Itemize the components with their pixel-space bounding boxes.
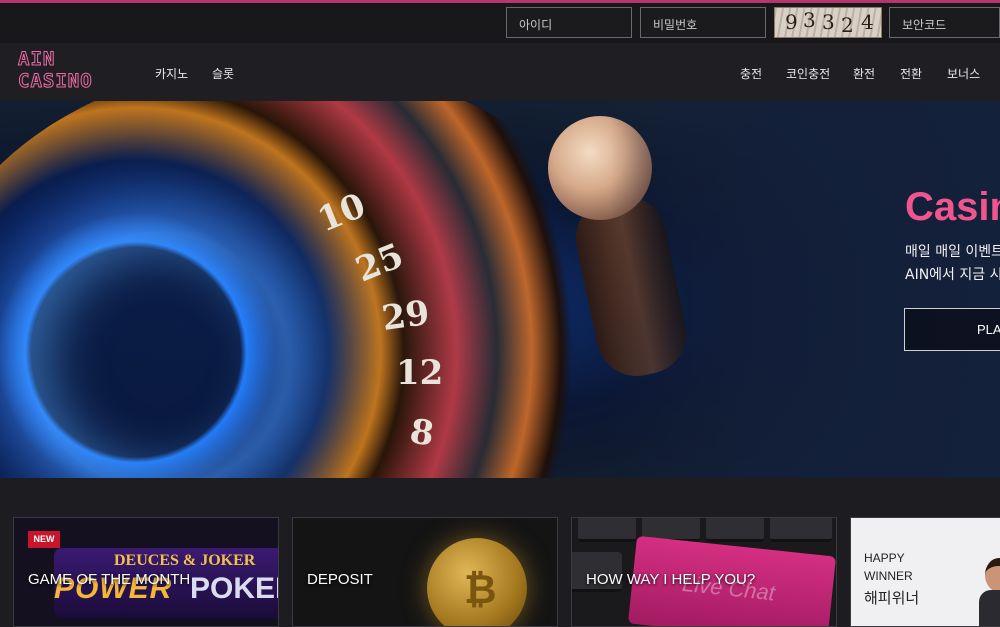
- bitcoin-icon: ₿: [427, 538, 527, 626]
- nav-item-slot[interactable]: 슬롯: [212, 65, 234, 82]
- card-help[interactable]: Live Chat HOW WAY I HELP YOU?: [571, 517, 837, 627]
- captcha-digit: 9: [785, 10, 798, 34]
- login-bar: 아이디 비밀번호 9 3 3 2 4 보안코드: [0, 3, 1000, 43]
- captcha-image: 9 3 3 2 4: [774, 7, 882, 38]
- card-label: GAME OF THE MONTH: [28, 571, 191, 588]
- hero-title: Casino: [905, 185, 1000, 229]
- nav-item-exchange[interactable]: 환전: [853, 65, 875, 82]
- play-button[interactable]: PLAY: [904, 308, 1000, 351]
- nav-item-charge[interactable]: 충전: [740, 65, 762, 82]
- captcha-digit: 3: [822, 10, 835, 34]
- card-game-of-the-month[interactable]: DEUCES & JOKER POWER POKER NEW GAME OF T…: [13, 517, 279, 627]
- winner-line-2: WINNER: [864, 569, 913, 583]
- winner-person-image: [979, 558, 1000, 626]
- wheel-number: 29: [379, 292, 432, 340]
- card-label: DEPOSIT: [307, 571, 373, 588]
- nav-item-coin-charge[interactable]: 코인충전: [786, 65, 830, 82]
- logo-line1: AIN: [18, 48, 56, 71]
- main-nav: AIN CASINO 카지노 슬롯 충전 코인충전 환전 전환 보너스: [0, 43, 1000, 101]
- hero-banner: 10 25 29 12 8 Casino 매일 매일 이벤트 AIN에서 지금 …: [0, 101, 1000, 478]
- security-code-input[interactable]: 보안코드: [889, 7, 1000, 38]
- username-input[interactable]: 아이디: [506, 7, 632, 38]
- captcha-digit: 4: [861, 10, 874, 34]
- captcha-digit: 2: [841, 13, 854, 37]
- nav-item-convert[interactable]: 전환: [900, 65, 922, 82]
- nav-item-casino[interactable]: 카지노: [155, 65, 188, 82]
- password-input[interactable]: 비밀번호: [640, 7, 766, 38]
- wheel-glow: [30, 231, 290, 478]
- logo-line2: CASINO: [18, 70, 93, 93]
- captcha-digit: 3: [803, 8, 816, 32]
- hero-subtitle-1: 매일 매일 이벤트: [905, 244, 1000, 260]
- card-happy-winner[interactable]: HAPPY WINNER 해피위너: [850, 517, 1000, 627]
- site-logo[interactable]: AIN CASINO: [18, 48, 93, 93]
- card-deposit[interactable]: ₿ DEPOSIT: [292, 517, 558, 627]
- new-badge: NEW: [28, 531, 60, 548]
- winner-line-3: 해피위너: [864, 589, 920, 607]
- winner-line-1: HAPPY: [864, 551, 905, 565]
- nav-item-bonus[interactable]: 보너스: [947, 65, 980, 82]
- promo-cards: DEUCES & JOKER POWER POKER NEW GAME OF T…: [0, 478, 1000, 627]
- card-label: HOW WAY I HELP YOU?: [586, 571, 756, 588]
- wheel-number: 12: [396, 353, 444, 393]
- art-title-poker: POKER: [190, 572, 278, 605]
- art-title-deuces: DEUCES & JOKER: [114, 552, 256, 569]
- hero-subtitle-2: AIN에서 지금 시: [905, 267, 1000, 283]
